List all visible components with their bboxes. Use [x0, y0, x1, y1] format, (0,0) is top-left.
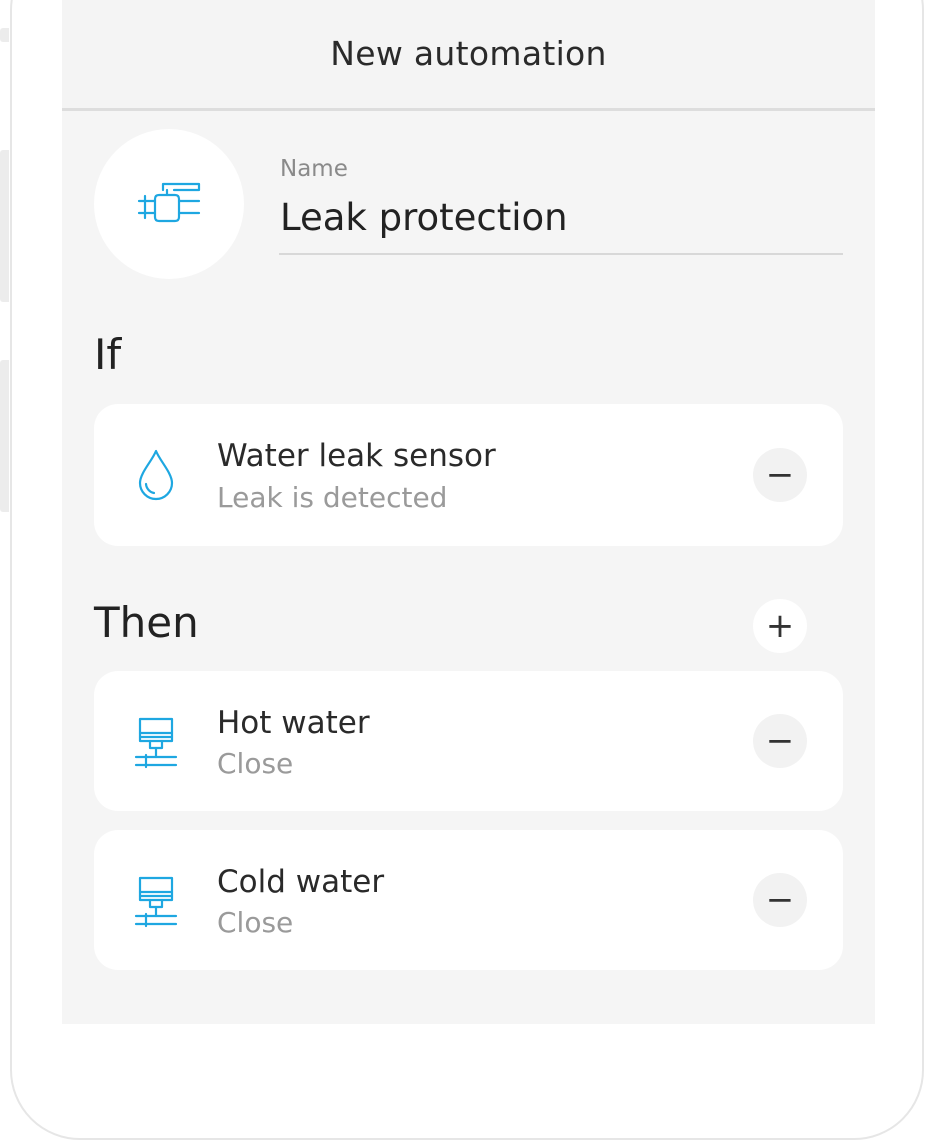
action-state: Close	[217, 906, 294, 939]
condition-icon	[132, 449, 180, 501]
top-bar: New automation	[62, 0, 875, 111]
add-action-button[interactable]: +	[753, 599, 807, 653]
then-section-title: Then	[94, 598, 199, 647]
valve-actuator-icon	[134, 876, 178, 928]
condition-state: Leak is detected	[217, 481, 448, 514]
automation-icon-picker[interactable]	[94, 129, 244, 279]
volume-down-button	[0, 360, 9, 512]
name-field[interactable]: Leak protection	[280, 196, 568, 239]
action-state: Close	[217, 747, 294, 780]
valve-icon	[137, 182, 201, 223]
action-icon	[132, 874, 180, 928]
condition-device-name: Water leak sensor	[217, 438, 496, 474]
remove-action-button[interactable]: −	[753, 873, 807, 927]
page-title: New automation	[330, 34, 607, 73]
action-card-hot-water[interactable]: Hot water Close −	[94, 671, 843, 811]
volume-up-button	[0, 150, 9, 302]
remove-condition-button[interactable]: −	[753, 448, 807, 502]
action-device-name: Cold water	[217, 864, 385, 900]
action-card-cold-water[interactable]: Cold water Close −	[94, 830, 843, 970]
minus-icon: −	[765, 721, 795, 761]
action-device-name: Hot water	[217, 705, 370, 741]
if-section-title: If	[94, 330, 122, 379]
condition-card[interactable]: Water leak sensor Leak is detected −	[94, 404, 843, 546]
name-field-label: Name	[280, 156, 348, 182]
valve-actuator-icon	[134, 717, 178, 769]
water-drop-icon	[138, 449, 174, 501]
action-icon	[132, 715, 180, 769]
minus-icon: −	[765, 880, 795, 920]
app-screen: New automation Name Leak protection If W…	[62, 0, 875, 1024]
plus-icon: +	[765, 606, 795, 646]
name-field-underline	[279, 253, 843, 255]
minus-icon: −	[765, 455, 795, 495]
remove-action-button[interactable]: −	[753, 714, 807, 768]
phone-side-button	[0, 28, 9, 42]
